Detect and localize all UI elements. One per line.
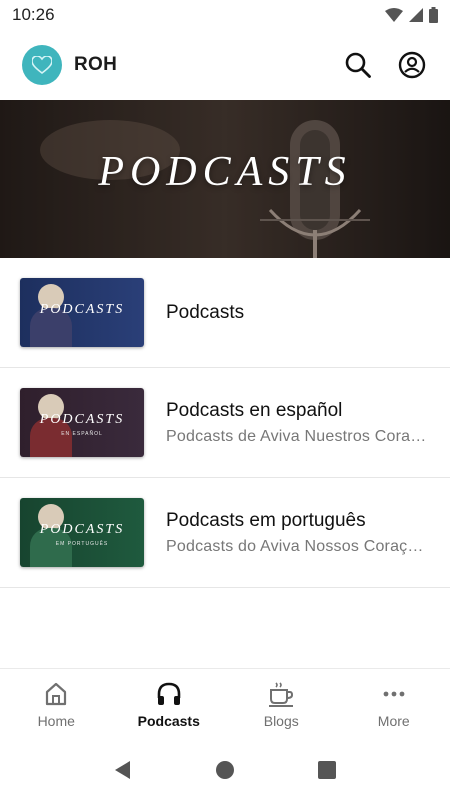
thumbnail-title: PODCASTS — [39, 302, 125, 317]
header-actions — [342, 49, 428, 81]
podcast-title: Podcasts — [166, 301, 245, 323]
bottom-nav: Home Podcasts Blogs More — [0, 668, 450, 740]
recents-icon[interactable] — [316, 759, 338, 781]
home-circle-icon[interactable] — [214, 759, 236, 781]
app-logo[interactable] — [22, 45, 62, 85]
wifi-icon — [385, 8, 403, 22]
hero-banner: PODCASTS — [0, 100, 450, 258]
nav-home-label: Home — [37, 713, 75, 729]
thumbnail-subtitle: EM PORTUGUÊS — [55, 541, 109, 547]
home-icon — [46, 682, 67, 706]
more-dots-icon — [383, 691, 405, 697]
nav-blogs[interactable]: Blogs — [225, 669, 338, 740]
podcast-thumbnail: PODCASTS — [20, 278, 144, 347]
list-item[interactable]: PODCASTS Podcasts — [0, 258, 450, 368]
status-bar: 10:26 — [0, 0, 450, 30]
account-icon — [398, 51, 426, 79]
podcast-title: Podcasts em português — [166, 509, 366, 531]
battery-icon — [429, 7, 438, 23]
coffee-cup-icon — [269, 682, 294, 707]
search-button[interactable] — [342, 49, 374, 81]
status-time: 10:26 — [12, 5, 55, 24]
nav-home[interactable]: Home — [0, 669, 113, 740]
account-button[interactable] — [396, 49, 428, 81]
hero-title: PODCASTS — [98, 149, 352, 195]
nav-more-label: More — [377, 713, 410, 729]
app-title: ROH — [74, 54, 118, 75]
thumbnail-title: PODCASTS — [39, 412, 125, 427]
nav-more[interactable]: More — [338, 669, 450, 740]
podcast-subtitle: Podcasts de Aviva Nuestros Corazones — [166, 427, 430, 445]
status-icons — [385, 7, 438, 23]
heart-icon — [32, 56, 52, 74]
search-icon — [345, 52, 371, 78]
list-item[interactable]: PODCASTS EM PORTUGUÊS Podcasts em portug… — [0, 478, 450, 588]
nav-podcasts[interactable]: Podcasts — [113, 669, 226, 740]
headphones-icon — [157, 682, 181, 705]
thumbnail-subtitle: EN ESPAÑOL — [61, 431, 103, 437]
podcast-thumbnail: PODCASTS EN ESPAÑOL — [20, 388, 144, 457]
podcast-list: PODCASTS Podcasts PODCASTS EN ESPAÑOL Po… — [0, 258, 450, 588]
podcast-thumbnail: PODCASTS EM PORTUGUÊS — [20, 498, 144, 567]
podcast-subtitle: Podcasts do Aviva Nossos Corações — [166, 537, 430, 555]
nav-blogs-label: Blogs — [263, 713, 299, 729]
nav-podcasts-label: Podcasts — [137, 713, 200, 729]
signal-icon — [409, 8, 423, 22]
back-icon[interactable] — [112, 759, 134, 781]
app-header: ROH — [0, 30, 450, 100]
thumbnail-title: PODCASTS — [39, 522, 125, 537]
system-nav-bar — [0, 740, 450, 800]
podcast-title: Podcasts en español — [166, 399, 343, 421]
list-item[interactable]: PODCASTS EN ESPAÑOL Podcasts en español … — [0, 368, 450, 478]
